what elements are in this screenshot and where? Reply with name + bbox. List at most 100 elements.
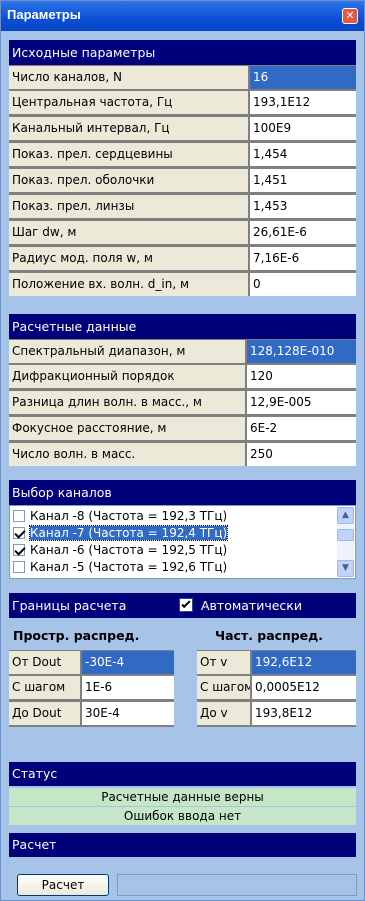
channel-item-selected[interactable]: Канал -7 (Частота = 192,4 ТГц)	[13, 525, 333, 541]
calculation-header: Расчет	[9, 833, 356, 857]
calc-value-field[interactable]: 12,9E-005	[247, 391, 356, 414]
spatial-distribution-title: Простр. распред.	[13, 628, 140, 643]
channel-selection-header: Выбор каналов	[9, 480, 356, 505]
param-row-input-position[interactable]: Положение вх. волн. d_in, м 0	[9, 272, 356, 296]
bound-value-field[interactable]: 192,6E12	[252, 651, 356, 674]
calculated-data-header: Расчетные данные	[9, 314, 356, 339]
scroll-thumb[interactable]	[337, 529, 354, 541]
calculate-button[interactable]: Расчет	[17, 874, 109, 896]
param-label: Показ. прел. сердцевины	[9, 143, 249, 166]
initial-params-header: Исходные параметры	[9, 40, 356, 65]
bound-value-field[interactable]: 193,8E12	[252, 702, 356, 725]
bound-label: От v	[197, 651, 251, 674]
status-line-no-errors: Ошибок ввода нет	[9, 807, 356, 825]
calc-row-focal-length[interactable]: Фокусное расстояние, м 6E-2	[9, 416, 356, 440]
progress-bar	[117, 874, 357, 896]
calc-row-length-difference[interactable]: Разница длин волн. в масс., м 12,9E-005	[9, 390, 356, 414]
channel-scrollbar[interactable]: ▲ ▼	[337, 507, 354, 577]
bound-value-field[interactable]: 0,0005E12	[252, 676, 356, 699]
title-bar[interactable]: Параметры ✕	[1, 1, 364, 31]
spatial-row-step[interactable]: С шагом 1E-6	[9, 675, 174, 699]
param-value-field[interactable]: 193,1E12	[250, 91, 356, 114]
auto-label: Автоматически	[201, 598, 302, 613]
channel-label: Канал -8 (Частота = 192,3 ТГц)	[30, 509, 228, 523]
bounds-title: Границы расчета	[12, 598, 127, 613]
auto-checkbox[interactable]	[179, 598, 193, 612]
param-value-field[interactable]: 7,16E-6	[250, 247, 356, 270]
bound-value-field[interactable]: 30E-4	[82, 702, 174, 725]
param-label: Показ. прел. оболочки	[9, 169, 249, 192]
scroll-down-icon[interactable]: ▼	[337, 560, 354, 577]
param-row-channel-interval[interactable]: Канальный интервал, Гц 100E9	[9, 116, 356, 140]
spatial-row-to[interactable]: До Dout 30E-4	[9, 701, 174, 725]
param-label: Положение вх. волн. d_in, м	[9, 273, 249, 296]
close-icon[interactable]: ✕	[342, 8, 358, 24]
channel-item[interactable]: Канал -8 (Частота = 192,3 ТГц)	[13, 508, 333, 524]
param-value-field[interactable]: 1,454	[250, 143, 356, 166]
frequency-bounds-grid: От v 192,6E12 С шагом 0,0005E12 До v 193,8E…	[197, 650, 356, 727]
bound-label: До v	[197, 702, 251, 725]
calc-row-diffraction-order[interactable]: Дифракционный порядок 120	[9, 364, 356, 388]
channel-item[interactable]: Канал -6 (Частота = 192,5 ТГц)	[13, 542, 333, 558]
channel-item[interactable]: Канал -5 (Частота = 192,6 ТГц)	[13, 559, 333, 575]
param-value-field[interactable]: 16	[250, 66, 356, 89]
param-row-cladding-index[interactable]: Показ. прел. оболочки 1,451	[9, 168, 356, 192]
bound-value-field[interactable]: -30E-4	[82, 651, 174, 674]
param-row-center-freq[interactable]: Центральная частота, Гц 193,1E12	[9, 90, 356, 114]
calc-row-waveguide-count[interactable]: Число волн. в масс. 250	[9, 442, 356, 466]
param-row-lens-index[interactable]: Показ. прел. линзы 1,453	[9, 194, 356, 218]
param-row-core-index[interactable]: Показ. прел. сердцевины 1,454	[9, 142, 356, 166]
calc-row-spectral-range[interactable]: Спектральный диапазон, м 128,128E-010	[9, 339, 356, 363]
bound-label: От Dout	[9, 651, 81, 674]
calc-value-field[interactable]: 128,128E-010	[247, 340, 356, 363]
calc-value-field[interactable]: 120	[247, 365, 356, 388]
parameters-window: Параметры ✕ Исходные параметры Число кан…	[0, 0, 365, 901]
param-row-mode-radius[interactable]: Радиус мод. поля w, м 7,16E-6	[9, 246, 356, 270]
param-label: Центральная частота, Гц	[9, 91, 249, 114]
channel-checkbox[interactable]	[13, 527, 25, 539]
channel-listbox[interactable]: Канал -8 (Частота = 192,3 ТГц) Канал -7 …	[9, 505, 356, 579]
calc-value-field[interactable]: 6E-2	[247, 417, 356, 440]
spatial-bounds-grid: От Dout -30E-4 С шагом 1E-6 До Dout 30E-4	[9, 650, 174, 727]
param-label: Число каналов, N	[9, 66, 249, 89]
calc-label: Фокусное расстояние, м	[9, 417, 246, 440]
calculated-data-grid: Спектральный диапазон, м 128,128E-010 Ди…	[9, 339, 356, 466]
calc-label: Дифракционный порядок	[9, 365, 246, 388]
param-label: Показ. прел. линзы	[9, 195, 249, 218]
calc-label: Число волн. в масс.	[9, 443, 246, 466]
param-label: Канальный интервал, Гц	[9, 117, 249, 140]
frequency-distribution-title: Част. распред.	[215, 628, 323, 643]
spatial-row-from[interactable]: От Dout -30E-4	[9, 650, 174, 674]
param-row-channels[interactable]: Число каналов, N 16	[9, 65, 356, 89]
channel-label: Канал -5 (Частота = 192,6 ТГц)	[30, 560, 228, 574]
status-line-data-valid: Расчетные данные верны	[9, 788, 356, 806]
param-label: Радиус мод. поля w, м	[9, 247, 249, 270]
bound-value-field[interactable]: 1E-6	[82, 676, 174, 699]
calc-label: Спектральный диапазон, м	[9, 340, 246, 363]
channel-label: Канал -6 (Частота = 192,5 ТГц)	[30, 543, 228, 557]
bound-label: С шагом	[9, 676, 81, 699]
channel-checkbox[interactable]	[13, 510, 25, 522]
param-label: Шаг dw, м	[9, 221, 249, 244]
calc-value-field[interactable]: 250	[247, 443, 356, 466]
channel-checkbox[interactable]	[13, 561, 25, 573]
channel-checkbox[interactable]	[13, 544, 25, 556]
param-value-field[interactable]: 100E9	[250, 117, 356, 140]
freq-row-to[interactable]: До v 193,8E12	[197, 701, 356, 725]
calculation-bounds-header: Границы расчета Автоматически	[9, 593, 356, 618]
status-header: Статус	[9, 762, 356, 786]
bound-label: С шагом	[197, 676, 251, 699]
param-value-field[interactable]: 1,453	[250, 195, 356, 218]
window-title: Параметры	[7, 7, 81, 22]
param-value-field[interactable]: 1,451	[250, 169, 356, 192]
freq-row-step[interactable]: С шагом 0,0005E12	[197, 675, 356, 699]
scroll-up-icon[interactable]: ▲	[337, 507, 354, 524]
bound-label: До Dout	[9, 702, 81, 725]
channel-label: Канал -7 (Частота = 192,4 ТГц)	[28, 525, 229, 541]
calc-label: Разница длин волн. в масс., м	[9, 391, 246, 414]
param-value-field[interactable]: 0	[250, 273, 356, 296]
initial-params-grid: Число каналов, N 16 Центральная частота,…	[9, 65, 356, 296]
param-value-field[interactable]: 26,61E-6	[250, 221, 356, 244]
param-row-pitch[interactable]: Шаг dw, м 26,61E-6	[9, 220, 356, 244]
freq-row-from[interactable]: От v 192,6E12	[197, 650, 356, 674]
